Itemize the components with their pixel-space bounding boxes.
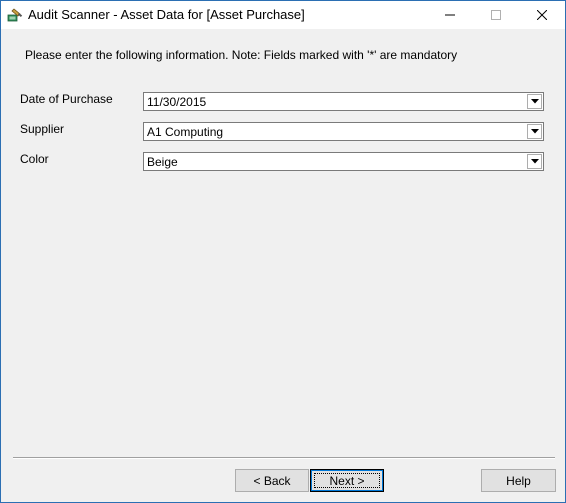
next-button[interactable]: Next > bbox=[310, 469, 384, 492]
focus-rectangle bbox=[314, 473, 380, 488]
dropdown-arrow-button[interactable] bbox=[527, 124, 542, 139]
date-of-purchase-label: Date of Purchase bbox=[20, 92, 113, 106]
window-title: Audit Scanner - Asset Data for [Asset Pu… bbox=[28, 7, 305, 22]
help-button[interactable]: Help bbox=[481, 469, 556, 492]
date-of-purchase-select[interactable]: 11/30/2015 bbox=[143, 92, 544, 111]
supplier-label: Supplier bbox=[20, 122, 65, 136]
back-button[interactable]: < Back bbox=[235, 469, 309, 492]
supplier-select[interactable]: A1 Computing bbox=[143, 122, 544, 141]
maximize-button[interactable] bbox=[473, 1, 519, 29]
minimize-icon bbox=[445, 14, 455, 16]
chevron-down-icon bbox=[530, 159, 539, 164]
close-button[interactable] bbox=[519, 1, 565, 29]
color-select[interactable]: Beige bbox=[143, 152, 544, 171]
color-label: Color bbox=[20, 152, 49, 166]
color-value: Beige bbox=[147, 155, 178, 169]
supplier-value: A1 Computing bbox=[147, 125, 224, 139]
minimize-button[interactable] bbox=[427, 1, 473, 29]
dropdown-arrow-button[interactable] bbox=[527, 94, 542, 109]
chevron-down-icon bbox=[530, 99, 539, 104]
audit-scanner-icon bbox=[7, 7, 23, 23]
chevron-down-icon bbox=[530, 129, 539, 134]
instructions-text: Please enter the following information. … bbox=[25, 48, 458, 62]
close-icon bbox=[537, 10, 547, 20]
maximize-icon bbox=[491, 10, 501, 20]
audit-scanner-window: Audit Scanner - Asset Data for [Asset Pu… bbox=[0, 0, 566, 503]
date-of-purchase-value: 11/30/2015 bbox=[147, 95, 207, 109]
footer-divider bbox=[13, 457, 555, 459]
title-bar[interactable]: Audit Scanner - Asset Data for [Asset Pu… bbox=[1, 1, 565, 29]
dropdown-arrow-button[interactable] bbox=[527, 154, 542, 169]
